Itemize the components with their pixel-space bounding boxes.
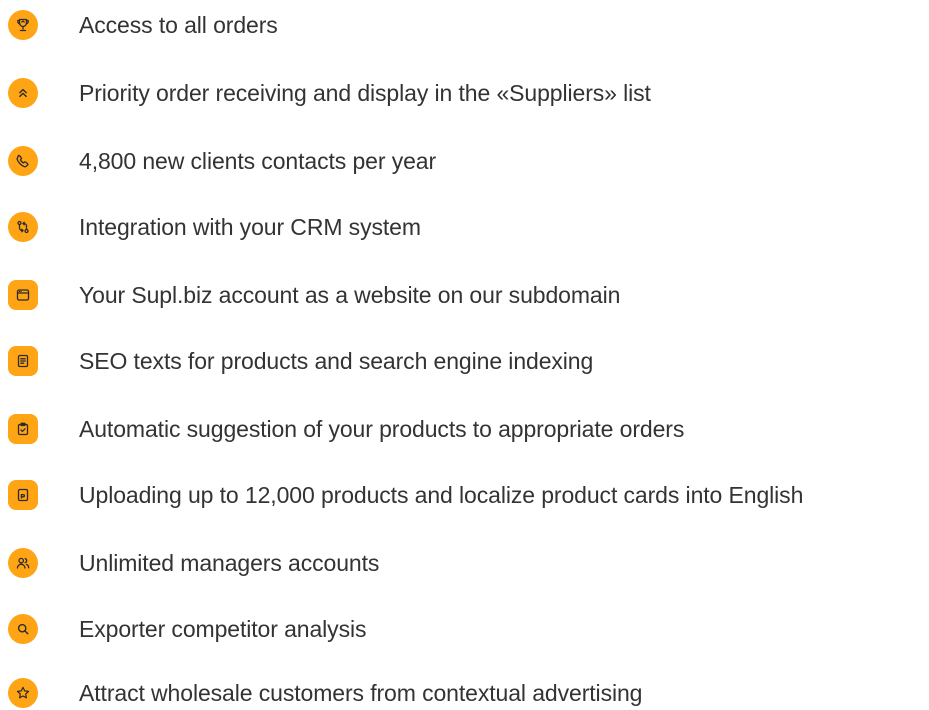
feature-item-managers: Unlimited managers accounts <box>8 546 923 580</box>
feature-list: Access to all orders Priority order rece… <box>0 0 929 709</box>
product-card-icon <box>8 480 38 510</box>
sync-arrows-icon <box>8 212 38 242</box>
feature-label: 4,800 new clients contacts per year <box>79 147 437 174</box>
feature-item-crm: Integration with your CRM system <box>8 210 923 244</box>
feature-label: Uploading up to 12,000 products and loca… <box>79 481 804 508</box>
double-chevron-up-icon <box>8 78 38 108</box>
feature-item-seo: SEO texts for products and search engine… <box>8 344 923 378</box>
feature-label: Automatic suggestion of your products to… <box>79 415 685 442</box>
users-icon <box>8 548 38 578</box>
feature-item-priority: Priority order receiving and display in … <box>8 76 923 110</box>
feature-label: Access to all orders <box>79 11 278 38</box>
feature-label: Integration with your CRM system <box>79 213 421 240</box>
feature-item-access-orders: Access to all orders <box>8 8 923 42</box>
feature-label: Your Supl.biz account as a website on ou… <box>79 281 621 308</box>
feature-item-contacts: 4,800 new clients contacts per year <box>8 144 923 178</box>
feature-item-competitor: Exporter competitor analysis <box>8 612 923 646</box>
phone-icon <box>8 146 38 176</box>
clipboard-check-icon <box>8 414 38 444</box>
search-icon <box>8 614 38 644</box>
feature-label: Attract wholesale customers from context… <box>79 679 643 706</box>
star-icon <box>8 678 38 708</box>
feature-item-suggestion: Automatic suggestion of your products to… <box>8 412 923 446</box>
feature-label: SEO texts for products and search engine… <box>79 347 594 374</box>
browser-window-icon <box>8 280 38 310</box>
feature-item-uploading: Uploading up to 12,000 products and loca… <box>8 478 923 512</box>
feature-item-advertising: Attract wholesale customers from context… <box>8 676 923 710</box>
feature-item-website: Your Supl.biz account as a website on ou… <box>8 278 923 312</box>
feature-label: Priority order receiving and display in … <box>79 79 651 106</box>
feature-label: Exporter competitor analysis <box>79 615 367 642</box>
feature-label: Unlimited managers accounts <box>79 549 380 576</box>
trophy-icon <box>8 10 38 40</box>
document-text-icon <box>8 346 38 376</box>
